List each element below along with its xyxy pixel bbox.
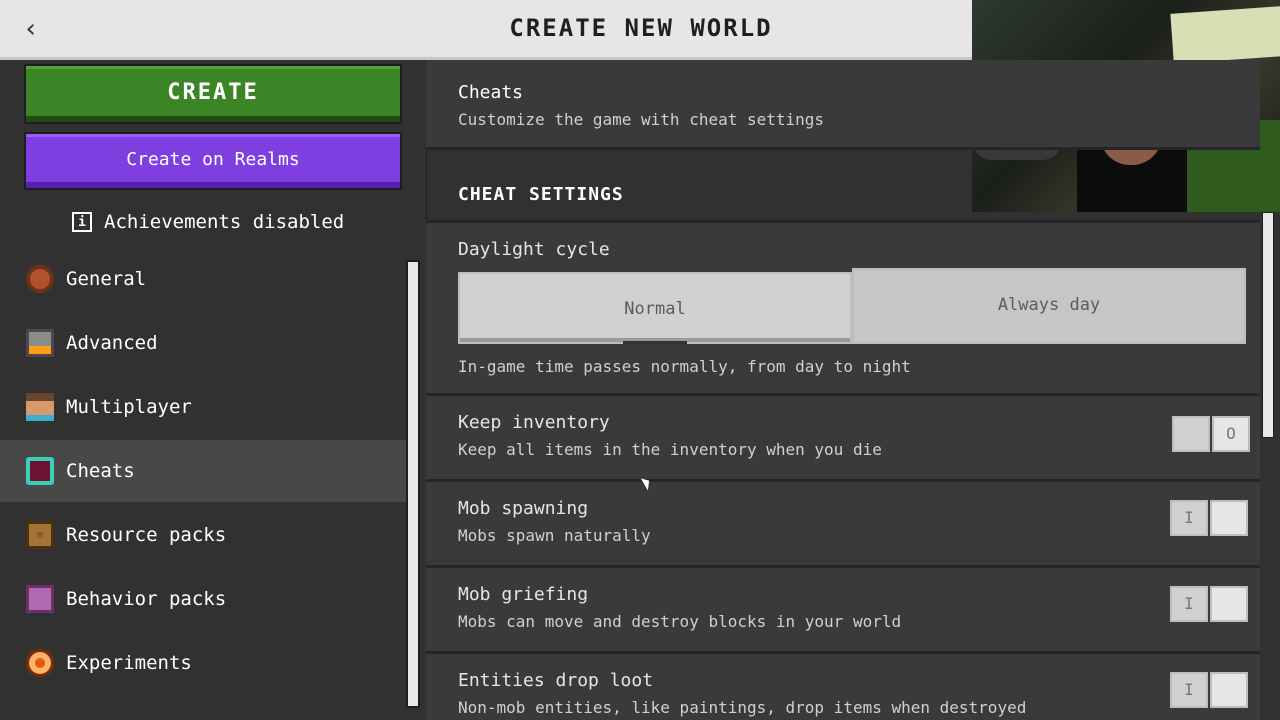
create-button[interactable]: CREATE	[24, 64, 402, 124]
toggle-off-glyph: O	[1212, 416, 1250, 452]
row-title: Keep inventory	[458, 412, 610, 433]
sidebar-scrollbar[interactable]	[408, 262, 418, 706]
achievements-notice: i Achievements disabled	[72, 208, 344, 236]
graffiti-wall	[1170, 6, 1280, 64]
row-subtitle: Non-mob entities, like paintings, drop i…	[458, 698, 1027, 717]
row-title: Entities drop loot	[458, 670, 654, 691]
experiments-icon	[26, 649, 54, 677]
mob-griefing-toggle[interactable]: I	[1170, 586, 1248, 626]
toggle-knob	[1210, 586, 1248, 622]
create-on-realms-button[interactable]: Create on Realms	[24, 132, 402, 190]
sidebar-item-advanced[interactable]: Advanced	[0, 312, 406, 374]
sidebar-item-cheats[interactable]: Cheats	[0, 440, 406, 502]
daylight-option-normal[interactable]: Normal	[458, 272, 852, 344]
cheats-header-row: Cheats Customize the game with cheat set…	[426, 60, 1260, 150]
settings-panel: Cheats Customize the game with cheat set…	[426, 60, 1280, 720]
toggle-on-glyph: I	[1170, 672, 1208, 708]
toggle-knob	[1210, 500, 1248, 536]
mob-spawning-row: Mob spawning Mobs spawn naturally I	[426, 482, 1260, 568]
sidebar-item-behavior-packs[interactable]: Behavior packs	[0, 568, 406, 630]
achievements-text: Achievements disabled	[104, 211, 345, 233]
sidebar-item-resource-packs[interactable]: Resource packs	[0, 504, 406, 566]
option-label: Always day	[997, 295, 1101, 315]
furnace-icon	[26, 329, 54, 357]
row-subtitle: Mobs spawn naturally	[458, 526, 651, 545]
row-title: Daylight cycle	[458, 239, 610, 260]
entities-drop-loot-toggle[interactable]: I	[1170, 672, 1248, 712]
sidebar-item-label: Advanced	[66, 332, 158, 354]
cheats-icon	[26, 457, 54, 485]
chest-icon	[26, 521, 54, 549]
toggle-on-glyph: I	[1170, 586, 1208, 622]
gear-icon	[26, 265, 54, 293]
row-subtitle: In-game time passes normally, from day t…	[458, 357, 911, 376]
sidebar-item-label: Multiplayer	[66, 396, 192, 418]
keep-inventory-row: Keep inventory Keep all items in the inv…	[426, 396, 1260, 482]
sidebar-item-label: Resource packs	[66, 524, 227, 546]
sidebar-item-experiments[interactable]: Experiments	[0, 632, 406, 694]
row-title: Mob griefing	[458, 584, 589, 605]
sidebar: CREATE Create on Realms i Achievements d…	[0, 60, 427, 720]
toggle-knob	[1210, 672, 1248, 708]
sidebar-item-label: Behavior packs	[66, 588, 227, 610]
content-scrollbar[interactable]	[1263, 213, 1273, 437]
sidebar-item-multiplayer[interactable]: Multiplayer	[0, 376, 406, 438]
section-title: CHEAT SETTINGS	[458, 184, 624, 205]
row-title: Mob spawning	[458, 498, 589, 519]
daylight-option-always-day[interactable]: Always day	[852, 268, 1246, 344]
row-subtitle: Keep all items in the inventory when you…	[458, 440, 882, 459]
sidebar-item-label: Experiments	[66, 652, 192, 674]
sidebar-item-label: Cheats	[66, 460, 135, 482]
toggle-on-glyph: I	[1170, 500, 1208, 536]
info-icon: i	[72, 212, 92, 232]
sidebar-item-general[interactable]: General	[0, 248, 406, 310]
row-subtitle: Customize the game with cheat settings	[458, 110, 825, 129]
top-bar: ‹ CREATE NEW WORLD	[0, 0, 972, 60]
mob-griefing-row: Mob griefing Mobs can move and destroy b…	[426, 568, 1260, 654]
page-title: CREATE NEW WORLD	[509, 14, 773, 42]
row-title: Cheats	[458, 82, 524, 103]
toggle-knob	[1172, 416, 1210, 452]
player-face-icon	[26, 393, 54, 421]
behavior-icon	[26, 585, 54, 613]
entities-drop-loot-row: Entities drop loot Non-mob entities, lik…	[426, 654, 1260, 720]
option-label: Normal	[624, 299, 686, 319]
row-subtitle: Mobs can move and destroy blocks in your…	[458, 612, 902, 631]
mob-spawning-toggle[interactable]: I	[1170, 500, 1248, 540]
selected-underline	[623, 341, 687, 344]
keep-inventory-toggle[interactable]: O	[1172, 416, 1250, 456]
sidebar-item-label: General	[66, 268, 147, 290]
